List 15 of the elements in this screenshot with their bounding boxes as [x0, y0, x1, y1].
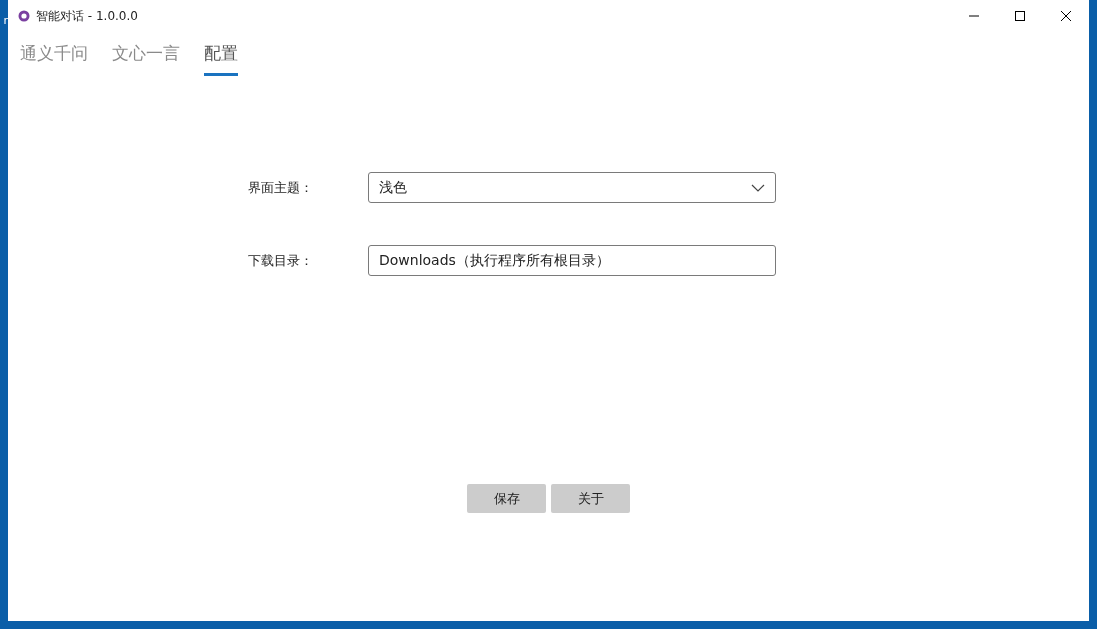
field-label: 下载目录：: [248, 251, 314, 270]
dialog-button[interactable]: 保存: [467, 484, 546, 513]
chevron-down-icon: [751, 183, 765, 192]
close-icon: [1061, 11, 1071, 21]
window-title: 智能对话 - 1.0.0.0: [36, 7, 139, 25]
maximize-icon: [1015, 11, 1025, 21]
app-logo-icon: [18, 10, 30, 22]
dialog-button[interactable]: 关于: [551, 484, 630, 513]
tab[interactable]: 通义千问: [20, 40, 88, 76]
input-field[interactable]: Downloads（执行程序所有根目录）: [368, 245, 776, 276]
tab[interactable]: 文心一言: [112, 40, 180, 76]
theme-dropdown[interactable]: 浅色: [368, 172, 776, 203]
field-label: 界面主题：: [248, 178, 314, 197]
tab[interactable]: 配置: [204, 40, 238, 76]
desktop-text: r: [3, 14, 8, 27]
